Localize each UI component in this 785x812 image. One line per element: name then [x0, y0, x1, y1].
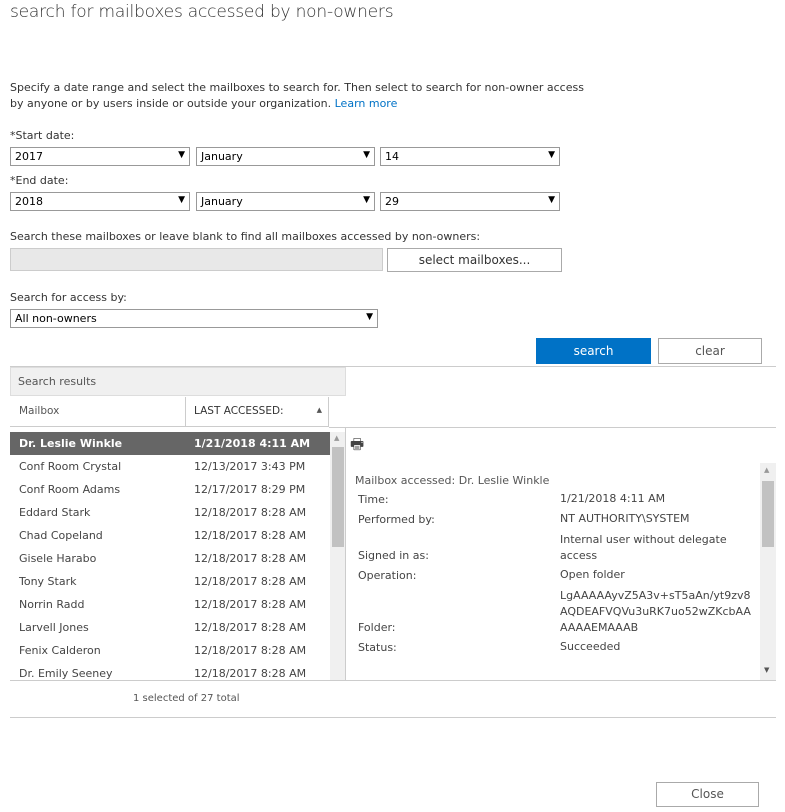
table-row[interactable]: Fenix Calderon 12/18/2017 8:28 AM	[10, 639, 330, 662]
operation-value: Open folder	[560, 568, 625, 581]
mailbox-name: Chad Copeland	[19, 529, 103, 542]
scroll-down-icon[interactable]: ▼	[764, 666, 769, 674]
divider	[10, 680, 776, 681]
last-accessed: 12/18/2017 8:28 AM	[194, 552, 307, 565]
end-date-label: *End date:	[10, 174, 69, 187]
time-value: 1/21/2018 4:11 AM	[560, 492, 666, 505]
table-row[interactable]: Chad Copeland 12/18/2017 8:28 AM	[10, 524, 330, 547]
scrollbar-thumb[interactable]	[762, 481, 774, 547]
table-row[interactable]: Tony Stark 12/18/2017 8:28 AM	[10, 570, 330, 593]
folder-value: LgAAAAAyvZ5A3v+sT5aAn/yt9zv8 AQDEAFVQVu3…	[560, 589, 751, 634]
table-row[interactable]: Larvell Jones 12/18/2017 8:28 AM	[10, 616, 330, 639]
mailbox-name: Larvell Jones	[19, 621, 89, 634]
close-button[interactable]: Close	[656, 782, 759, 807]
last-accessed: 12/18/2017 8:28 AM	[194, 575, 307, 588]
divider	[345, 427, 346, 681]
mailbox-name: Conf Room Adams	[19, 483, 121, 496]
mailbox-name: Norrin Radd	[19, 598, 85, 611]
end-day-select[interactable]: 29 ▼	[380, 192, 560, 211]
start-date-label: *Start date:	[10, 129, 75, 142]
last-accessed: 12/13/2017 3:43 PM	[194, 460, 306, 473]
description: Specify a date range and select the mail…	[10, 81, 584, 110]
table-row[interactable]: Gisele Harabo 12/18/2017 8:28 AM	[10, 547, 330, 570]
table-row[interactable]: Conf Room Crystal 12/13/2017 3:43 PM	[10, 455, 330, 478]
print-icon[interactable]: 🖶	[350, 434, 364, 459]
dropdown-arrow-icon: ▼	[363, 150, 370, 160]
mailboxes-label: Search these mailboxes or leave blank to…	[10, 230, 481, 243]
column-header-last-accessed[interactable]: LAST ACCESSED: ▲	[186, 397, 329, 427]
mailbox-name: Tony Stark	[19, 575, 77, 588]
dropdown-arrow-icon: ▼	[178, 150, 185, 160]
last-accessed: 12/18/2017 8:28 AM	[194, 667, 307, 680]
last-accessed: 12/18/2017 8:28 AM	[194, 506, 307, 519]
scroll-up-icon[interactable]: ▲	[334, 434, 339, 442]
mailbox-name: Eddard Stark	[19, 506, 91, 519]
mailbox-name: Conf Room Crystal	[19, 460, 122, 473]
last-accessed: 12/18/2017 8:28 AM	[194, 598, 307, 611]
divider	[10, 717, 776, 718]
status-label: Status:	[358, 641, 397, 654]
dropdown-arrow-icon: ▼	[548, 150, 555, 160]
signed-in-value: Internal user without delegate access	[560, 533, 727, 562]
select-mailboxes-button[interactable]: select mailboxes...	[387, 248, 562, 272]
performed-by-label: Performed by:	[358, 513, 435, 526]
last-accessed: 12/17/2017 8:29 PM	[194, 483, 306, 496]
start-year-select[interactable]: 2017 ▼	[10, 147, 190, 166]
status-value: Succeeded	[560, 640, 621, 653]
end-year-select[interactable]: 2018 ▼	[10, 192, 190, 211]
last-accessed: 12/18/2017 8:28 AM	[194, 529, 307, 542]
details-heading: Mailbox accessed: Dr. Leslie Winkle	[355, 474, 550, 487]
search-button[interactable]: search	[536, 338, 651, 364]
mailboxes-input[interactable]	[10, 248, 383, 271]
signed-in-label: Signed in as:	[358, 549, 429, 562]
performed-by-value: NT AUTHORITY\SYSTEM	[560, 512, 690, 525]
results-scrollbar[interactable]: ▲	[330, 432, 345, 680]
last-accessed: 1/21/2018 4:11 AM	[194, 437, 311, 450]
table-row[interactable]: Dr. Emily Seeney 12/18/2017 8:28 AM	[10, 662, 330, 685]
search-results-header: Search results	[10, 367, 346, 396]
scroll-up-icon[interactable]: ▲	[764, 466, 769, 474]
end-month-select[interactable]: January ▼	[196, 192, 375, 211]
sort-ascending-icon: ▲	[316, 406, 322, 414]
table-row[interactable]: Conf Room Adams 12/17/2017 8:29 PM	[10, 478, 330, 501]
table-row[interactable]: Eddard Stark 12/18/2017 8:28 AM	[10, 501, 330, 524]
access-label: Search for access by:	[10, 291, 127, 304]
table-row[interactable]: Norrin Radd 12/18/2017 8:28 AM	[10, 593, 330, 616]
access-select[interactable]: All non-owners ▼	[10, 309, 378, 328]
last-accessed: 12/18/2017 8:28 AM	[194, 621, 307, 634]
mailbox-name: Dr. Leslie Winkle	[19, 437, 123, 450]
dropdown-arrow-icon: ▼	[366, 312, 373, 322]
results-count: 1 selected of 27 total	[133, 693, 240, 704]
dropdown-arrow-icon: ▼	[363, 195, 370, 205]
scrollbar-thumb[interactable]	[332, 447, 344, 547]
operation-label: Operation:	[358, 569, 417, 582]
folder-label: Folder:	[358, 621, 396, 634]
details-scrollbar[interactable]: ▲ ▼	[760, 463, 776, 680]
mailbox-name: Fenix Calderon	[19, 644, 101, 657]
dialog-title: search for mailboxes accessed by non-own…	[10, 2, 394, 22]
table-row[interactable]: Dr. Leslie Winkle 1/21/2018 4:11 AM	[10, 432, 330, 455]
start-day-select[interactable]: 14 ▼	[380, 147, 560, 166]
clear-button[interactable]: clear	[658, 338, 762, 364]
mailbox-name: Gisele Harabo	[19, 552, 97, 565]
column-header-mailbox[interactable]: Mailbox	[10, 397, 186, 427]
dropdown-arrow-icon: ▼	[178, 195, 185, 205]
mailbox-name: Dr. Emily Seeney	[19, 667, 113, 680]
dropdown-arrow-icon: ▼	[548, 195, 555, 205]
divider	[329, 427, 776, 428]
start-month-select[interactable]: January ▼	[196, 147, 375, 166]
last-accessed: 12/18/2017 8:28 AM	[194, 644, 307, 657]
time-label: Time:	[358, 493, 389, 506]
learn-more-link[interactable]: Learn more	[335, 97, 398, 110]
